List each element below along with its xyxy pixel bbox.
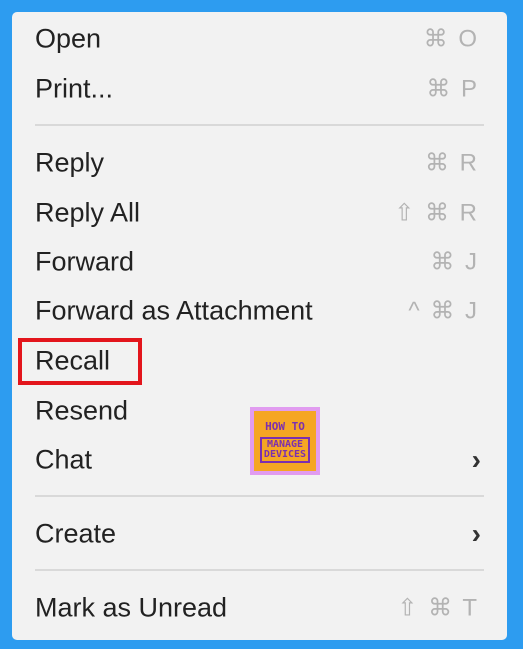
- logo-bottom-text: MANAGE DEVICES: [259, 436, 311, 463]
- shortcut-label: ⇧ ⌘ T: [397, 594, 479, 622]
- menu-separator: [35, 124, 484, 126]
- chevron-right-icon: ›: [471, 518, 481, 549]
- menu-item-open[interactable]: Open ⌘ O: [12, 16, 507, 62]
- menu-item-label: Forward as Attachment: [35, 295, 313, 326]
- logo-bottom-line1: MANAGE: [266, 438, 304, 450]
- menu-item-label: Open: [35, 23, 102, 54]
- shortcut-label: ⌘ P: [426, 75, 479, 103]
- menu-item-reply-all[interactable]: Reply All ⇧ ⌘ R: [12, 190, 507, 236]
- menu-item-reply[interactable]: Reply ⌘ R: [12, 140, 507, 186]
- menu-item-label: Resend: [35, 395, 129, 426]
- recall-highlight-box: [18, 338, 142, 385]
- menu-item-label: Print...: [35, 73, 114, 104]
- menu-item-create[interactable]: Create ›: [12, 511, 507, 557]
- logo-bottom-line2: DEVICES: [263, 448, 307, 460]
- menu-item-forward[interactable]: Forward ⌘ J: [12, 239, 507, 285]
- menu-item-print[interactable]: Print... ⌘ P: [12, 66, 507, 112]
- menu-item-forward-as-attachment[interactable]: Forward as Attachment ^ ⌘ J: [12, 288, 507, 334]
- menu-separator: [35, 495, 484, 497]
- shortcut-label: ⌘ O: [423, 25, 479, 53]
- menu-item-label: Reply All: [35, 197, 141, 228]
- menu-item-label: Chat: [35, 444, 93, 475]
- logo-top-text: HOW TO: [265, 419, 305, 433]
- context-menu: Open ⌘ O Print... ⌘ P Reply ⌘ R Reply Al…: [12, 12, 507, 640]
- menu-item-label: Forward: [35, 246, 135, 277]
- logo-inner: HOW TO MANAGE DEVICES: [254, 411, 316, 471]
- shortcut-label: ^ ⌘ J: [408, 297, 479, 325]
- shortcut-label: ⌘ R: [425, 149, 479, 177]
- menu-separator: [35, 569, 484, 571]
- shortcut-label: ⌘ J: [430, 248, 479, 276]
- how-to-manage-devices-logo: HOW TO MANAGE DEVICES: [250, 407, 320, 475]
- menu-item-label: Mark as Unread: [35, 592, 228, 623]
- menu-item-label: Create: [35, 518, 117, 549]
- menu-item-mark-as-unread[interactable]: Mark as Unread ⇧ ⌘ T: [12, 585, 507, 631]
- shortcut-label: ⇧ ⌘ R: [394, 199, 479, 227]
- chevron-right-icon: ›: [471, 444, 481, 475]
- menu-item-label: Reply: [35, 147, 105, 178]
